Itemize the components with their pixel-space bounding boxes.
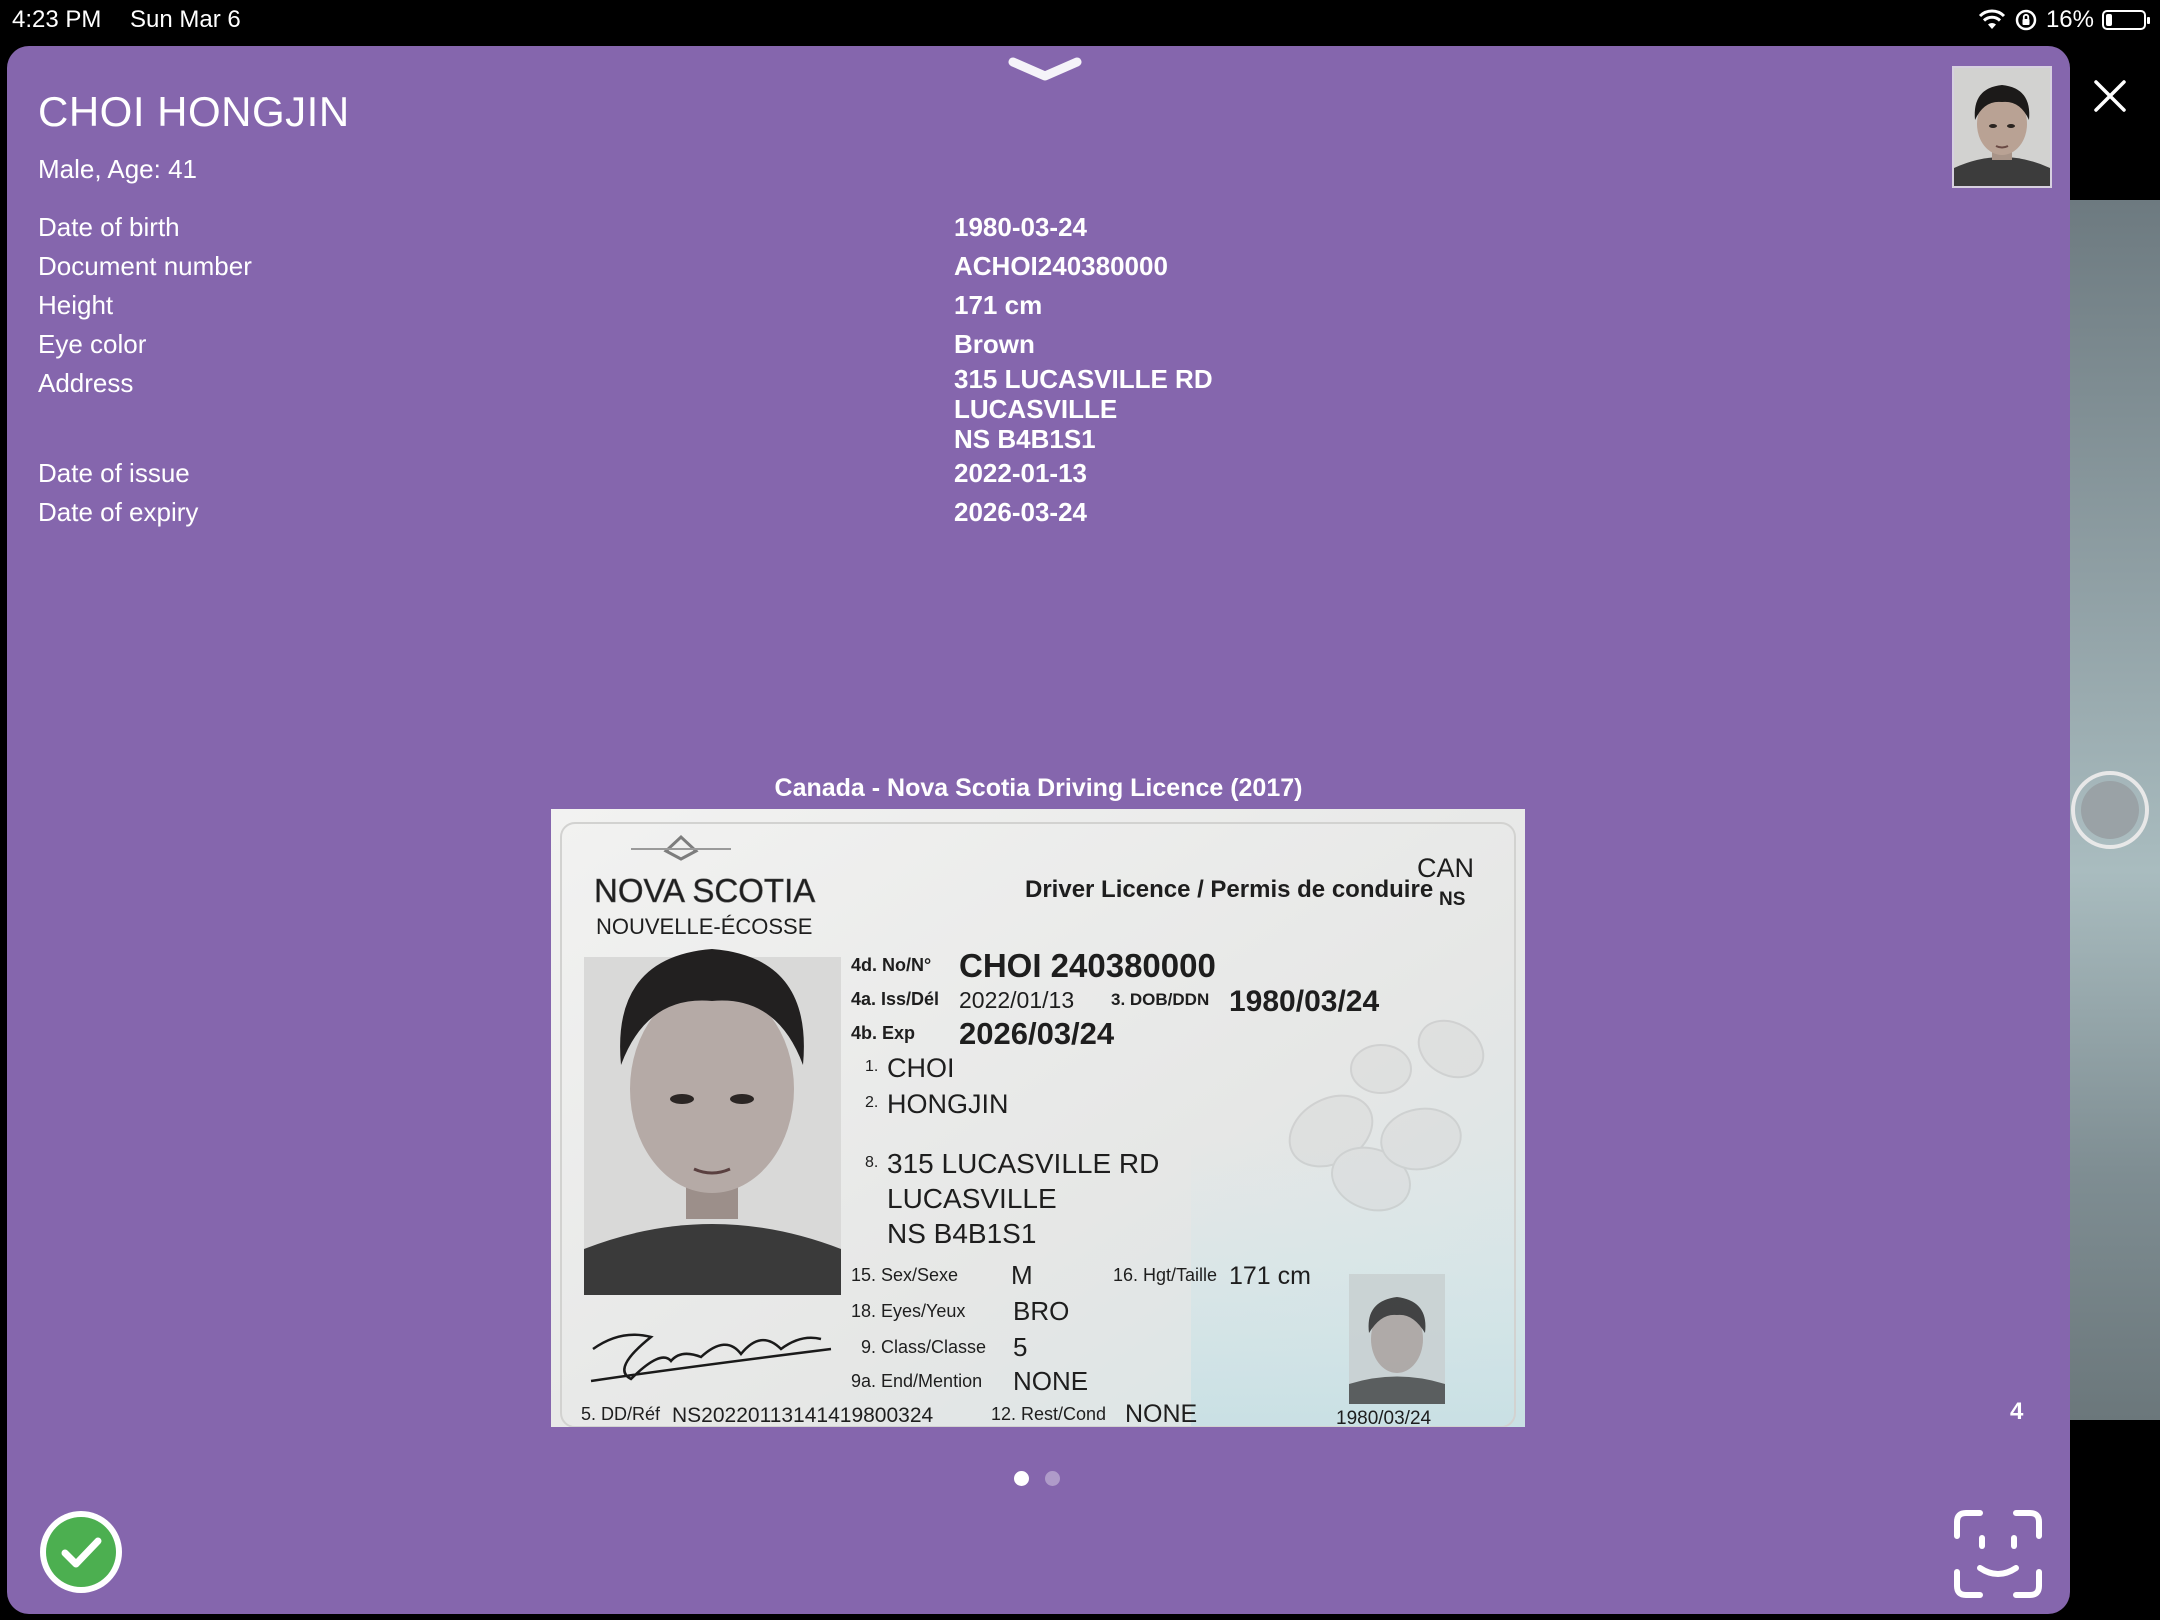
license-addr3: NS B4B1S1 xyxy=(887,1218,1036,1249)
document-title: Canada - Nova Scotia Driving Licence (20… xyxy=(774,774,1303,802)
status-indicators: 16% xyxy=(1978,6,2150,34)
license-dob-value: 1980/03/24 xyxy=(1229,985,1379,1018)
license-brand-line2: NOUVELLE-ÉCOSSE xyxy=(596,914,812,939)
details-list: Date of birth 1980-03-24 Document number… xyxy=(38,208,1338,532)
detail-value: 171 cm xyxy=(954,290,1043,320)
checkmark-icon[interactable] xyxy=(38,1509,124,1595)
battery-icon xyxy=(2102,10,2150,30)
license-addr2: LUCASVILLE xyxy=(887,1183,1057,1214)
license-end-value: NONE xyxy=(1013,1366,1088,1396)
license-eyes-label: 18. Eyes/Yeux xyxy=(851,1301,965,1321)
license-province: NS xyxy=(1439,889,1465,910)
license-image[interactable]: NOVA SCOTIA NOUVELLE-ÉCOSSE CAN Driver L… xyxy=(551,809,1525,1427)
license-iss-value: 2022/01/13 xyxy=(959,987,1074,1013)
detail-label: Address xyxy=(38,368,134,398)
battery-fill xyxy=(2106,14,2112,26)
orientation-lock-icon xyxy=(2015,9,2037,31)
detail-row-address: Address 315 LUCASVILLE RD LUCASVILLE NS … xyxy=(38,364,1338,454)
status-date: Sun Mar 6 xyxy=(130,6,241,33)
address-line: 315 LUCASVILLE RD xyxy=(954,364,1213,394)
detail-value: 1980-03-24 xyxy=(954,212,1087,242)
license-f2-label: 2. xyxy=(865,1094,878,1111)
license-dob-label: 3. DOB/DDN xyxy=(1111,990,1209,1009)
status-time: 4:23 PM xyxy=(12,6,102,33)
detail-label: Document number xyxy=(38,251,252,281)
shutter-button[interactable] xyxy=(2071,771,2149,849)
license-portrait xyxy=(584,949,841,1295)
page-dot[interactable] xyxy=(1045,1471,1060,1486)
detail-value: 315 LUCASVILLE RD LUCASVILLE NS B4B1S1 xyxy=(954,364,1213,454)
address-line: NS B4B1S1 xyxy=(954,424,1096,454)
license-given-name: HONGJIN xyxy=(887,1089,1009,1119)
license-iss-label: 4a. Iss/Dél xyxy=(851,989,939,1009)
detail-row-document-number: Document number ACHOI240380000 xyxy=(38,247,1338,286)
detail-label: Height xyxy=(38,290,114,320)
license-no-label: 4d. No/N° xyxy=(851,955,931,975)
license-hgt-value: 171 cm xyxy=(1229,1262,1311,1290)
close-icon[interactable] xyxy=(2086,72,2134,120)
detail-value: Brown xyxy=(954,329,1035,359)
license-surname: CHOI xyxy=(887,1053,955,1083)
result-sheet: CHOI HONGJIN Male, Age: 41 Date of birth… xyxy=(7,46,2070,1614)
detail-label: Date of issue xyxy=(38,458,190,488)
chevron-down-icon[interactable] xyxy=(1007,52,1083,86)
portrait-thumbnail xyxy=(1954,68,2050,186)
license-class-value: 5 xyxy=(1013,1332,1027,1362)
license-dd-value: NS20220113141419800324 xyxy=(672,1404,934,1427)
license-sex-value: M xyxy=(1011,1260,1033,1290)
license-sex-label: 15. Sex/Sexe xyxy=(851,1265,958,1285)
page-indicator[interactable] xyxy=(1014,1471,1060,1486)
license-hgt-label: 16. Hgt/Taille xyxy=(1113,1265,1217,1285)
avatar[interactable] xyxy=(1952,66,2052,188)
detail-row-height: Height 171 cm xyxy=(38,286,1338,325)
detail-label: Eye color xyxy=(38,329,147,359)
person-name: CHOI HONGJIN xyxy=(38,88,350,135)
detail-value: 2026-03-24 xyxy=(954,497,1087,527)
page-dot-active[interactable] xyxy=(1014,1471,1029,1486)
license-f1-label: 1. xyxy=(865,1058,878,1075)
license-ghost-date: 1980/03/24 xyxy=(1336,1408,1432,1427)
address-line: LUCASVILLE xyxy=(954,394,1118,424)
license-f8-label: 8. xyxy=(865,1154,878,1171)
license-brand-line1: NOVA SCOTIA xyxy=(594,872,815,909)
license-class-label: 9. Class/Classe xyxy=(861,1337,986,1357)
license-eyes-value: BRO xyxy=(1013,1296,1069,1326)
detail-row-date-of-expiry: Date of expiry 2026-03-24 xyxy=(38,493,1338,532)
license-exp-value: 2026/03/24 xyxy=(959,1016,1115,1051)
license-rest-value: NONE xyxy=(1125,1400,1197,1427)
license-no-value: CHOI 240380000 xyxy=(959,947,1216,984)
face-scan-icon[interactable] xyxy=(1952,1508,2044,1600)
license-dd-label: 5. DD/Réf xyxy=(581,1404,661,1424)
status-bar: 4:23 PM Sun Mar 6 16% xyxy=(0,0,2160,40)
detail-value: ACHOI240380000 xyxy=(954,251,1168,281)
license-header: Driver Licence / Permis de conduire xyxy=(1025,876,1433,903)
detail-row-eye-color: Eye color Brown xyxy=(38,325,1338,364)
page-number: 4 xyxy=(2010,1398,2024,1425)
license-exp-label: 4b. Exp xyxy=(851,1023,915,1043)
detail-label: Date of birth xyxy=(38,212,180,242)
license-rest-label: 12. Rest/Cond xyxy=(991,1404,1106,1424)
detail-row-dob: Date of birth 1980-03-24 xyxy=(38,208,1338,247)
battery-percent: 16% xyxy=(2045,6,2094,33)
detail-row-date-of-issue: Date of issue 2022-01-13 xyxy=(38,454,1338,493)
wifi-icon xyxy=(1978,9,2006,29)
license-end-label: 9a. End/Mention xyxy=(851,1371,982,1391)
detail-label: Date of expiry xyxy=(38,497,199,527)
license-ghost-portrait xyxy=(1349,1274,1445,1404)
license-addr1: 315 LUCASVILLE RD xyxy=(887,1148,1159,1179)
license-card: NOVA SCOTIA NOUVELLE-ÉCOSSE CAN Driver L… xyxy=(551,809,1525,1427)
person-subtitle: Male, Age: 41 xyxy=(38,154,197,184)
detail-value: 2022-01-13 xyxy=(954,458,1087,488)
